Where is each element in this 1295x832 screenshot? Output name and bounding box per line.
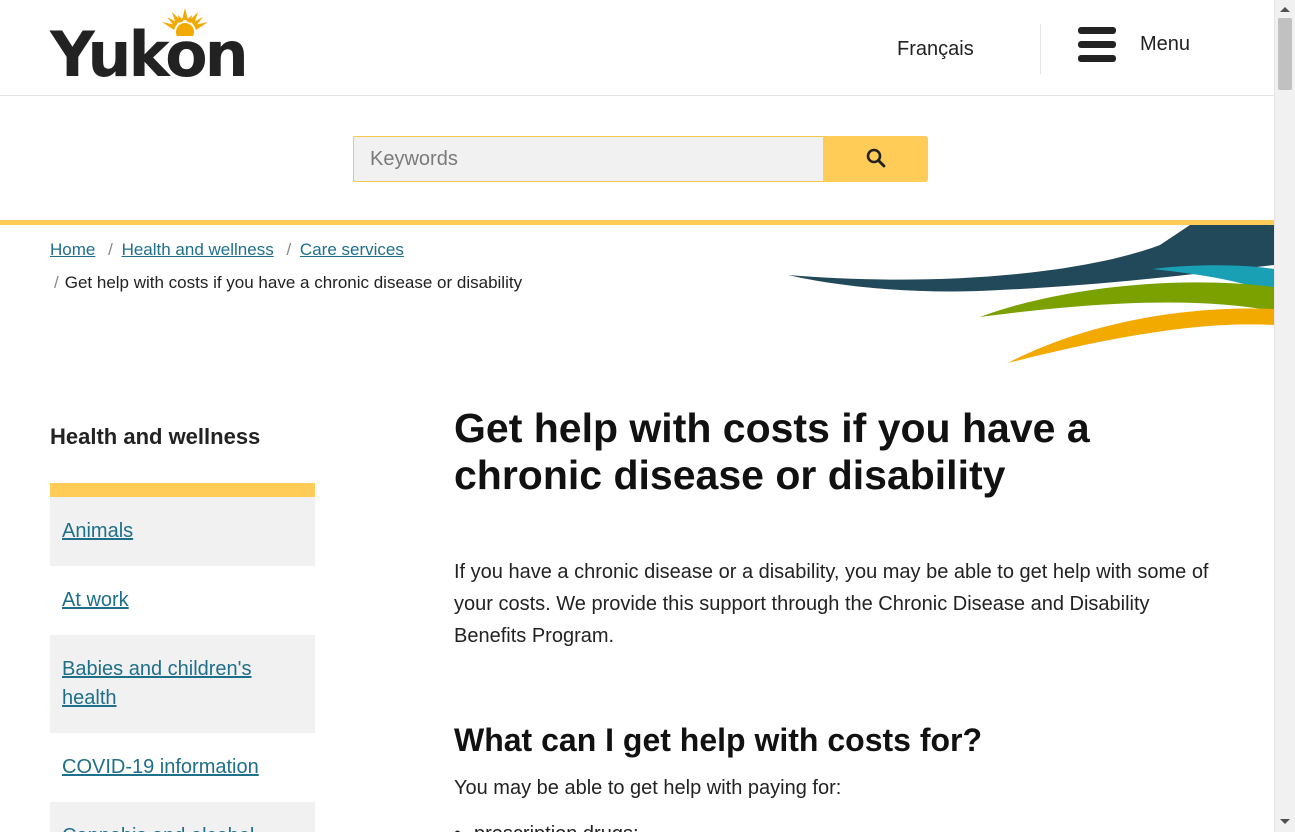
sidebar-item-cannabis-and-alcohol[interactable]: Cannabis and alcohol [50, 802, 315, 832]
menu-label: Menu [1140, 33, 1191, 55]
breadcrumb-health-and-wellness[interactable]: Health and wellness [122, 240, 274, 259]
site-header: Yukon Français Menu [0, 0, 1274, 96]
sidebar-accent-bar [50, 483, 315, 497]
sidebar-item-babies-and-childrens-health[interactable]: Babies and children's health [50, 635, 315, 733]
logo-wordmark: Yukon [50, 18, 249, 91]
language-toggle-link[interactable]: Français [897, 38, 974, 61]
section-heading: What can I get help with costs for? [454, 722, 983, 758]
scrollbar-thumb[interactable] [1278, 18, 1292, 90]
search-input[interactable] [353, 136, 823, 182]
intro-paragraph: If you have a chronic disease or a disab… [454, 561, 1209, 647]
sidebar-title: Health and wellness [50, 424, 261, 449]
breadcrumb-separator: / [54, 273, 59, 292]
search-form [353, 136, 928, 182]
wave-navy [788, 225, 1274, 292]
sidebar-item-animals[interactable]: Animals [50, 497, 315, 566]
yukon-logo[interactable]: Yukon [50, 6, 250, 90]
search-button[interactable] [823, 136, 928, 182]
breadcrumb-separator: / [286, 240, 292, 259]
decorative-waves [788, 225, 1274, 363]
main-content: Get help with costs if you have a chroni… [454, 405, 1244, 832]
breadcrumb-current: Get help with costs if you have a chroni… [64, 273, 523, 292]
page-title: Get help with costs if you have a chroni… [454, 405, 1090, 498]
header-divider [1040, 24, 1041, 74]
scroll-down-arrow-icon[interactable] [1280, 819, 1290, 824]
list-item: prescription drugs; [454, 819, 1244, 832]
search-band [0, 97, 1274, 220]
breadcrumb-home[interactable]: Home [50, 240, 95, 259]
sidebar-nav: Animals At work Babies and children's he… [50, 483, 315, 832]
search-icon [866, 148, 886, 168]
breadcrumb-care-services[interactable]: Care services [300, 240, 404, 259]
sidebar-item-covid-19-information[interactable]: COVID-19 information [50, 733, 315, 802]
vertical-scrollbar[interactable] [1274, 0, 1295, 832]
wave-orange [1008, 308, 1274, 363]
scroll-up-arrow-icon[interactable] [1280, 7, 1290, 12]
costs-list: prescription drugs; [454, 819, 1244, 832]
sidebar-item-at-work[interactable]: At work [50, 566, 315, 635]
hamburger-icon [1078, 27, 1116, 63]
menu-button[interactable]: Menu [1078, 24, 1208, 66]
breadcrumb-separator: / [108, 240, 113, 259]
section-intro: You may be able to get help with paying … [454, 777, 842, 799]
